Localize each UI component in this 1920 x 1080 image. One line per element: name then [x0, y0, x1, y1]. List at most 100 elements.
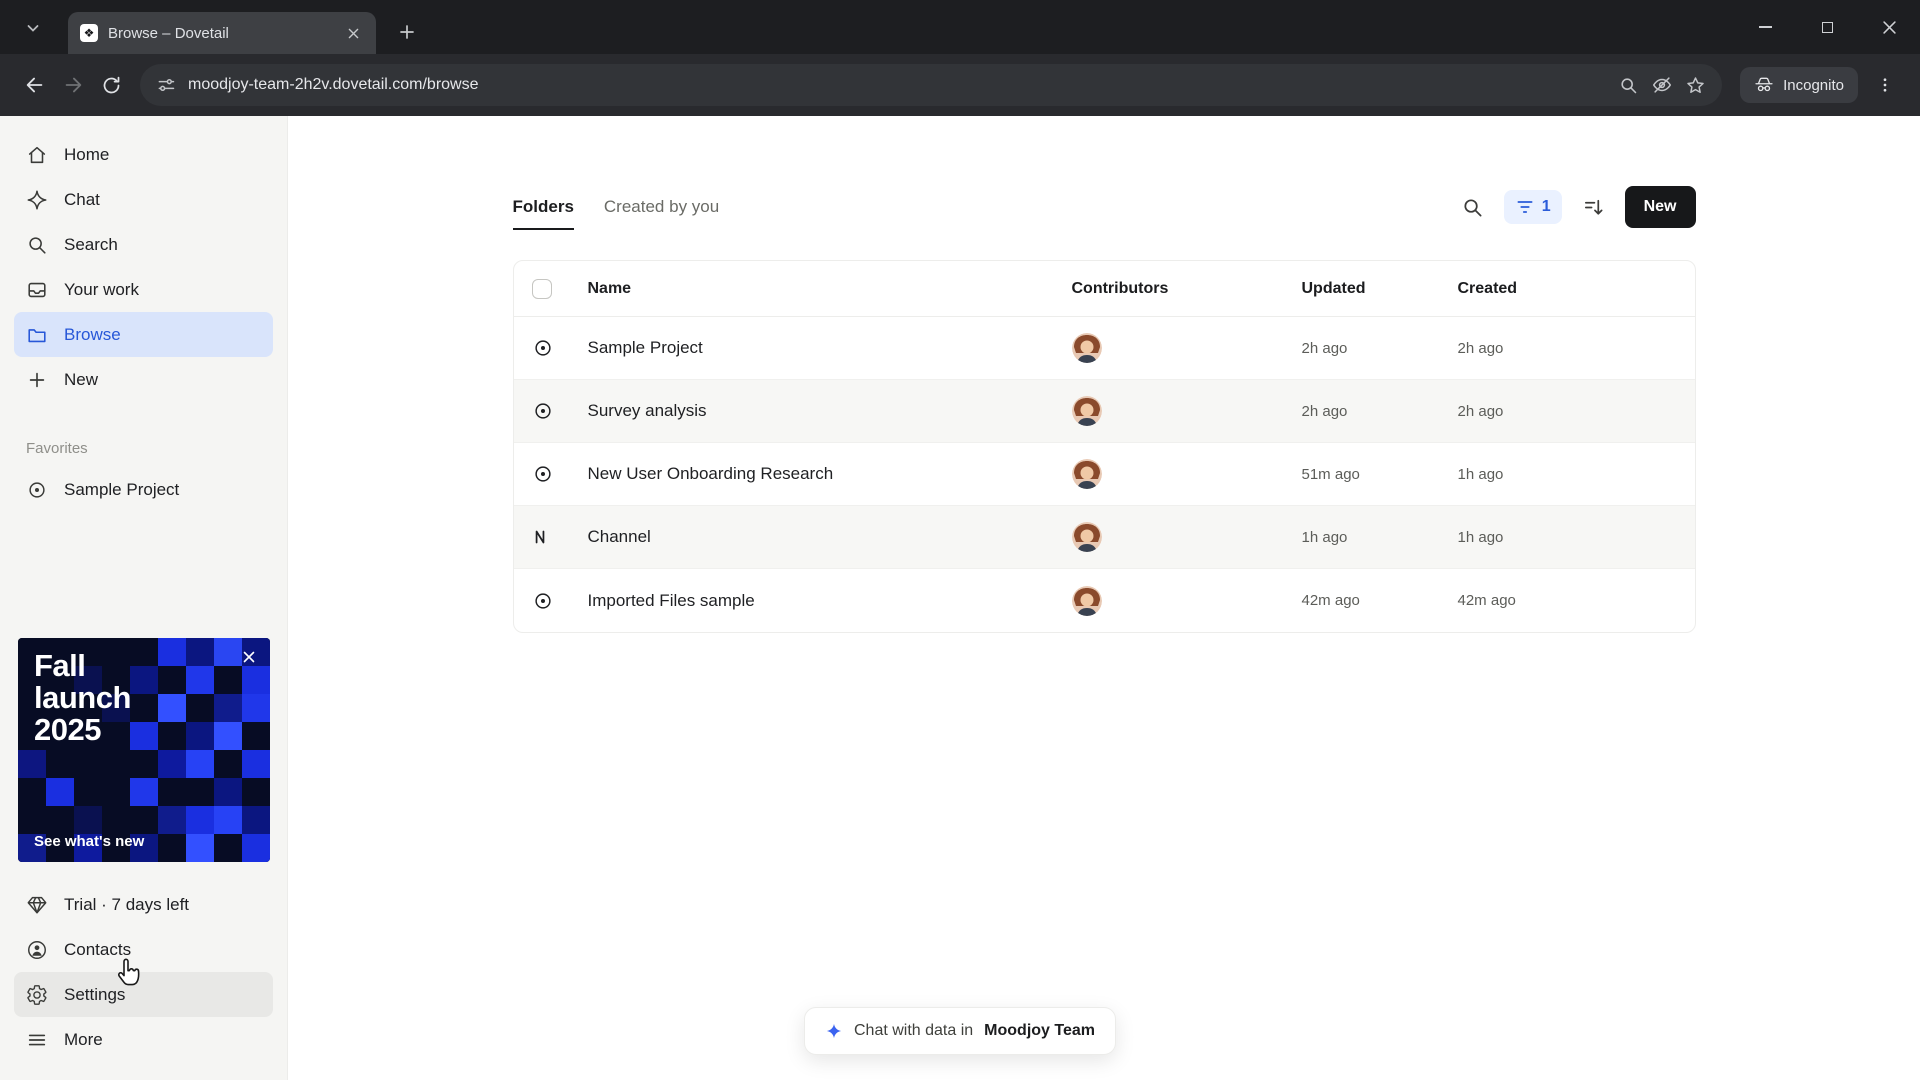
sidebar-item-your-work[interactable]: Your work — [14, 267, 273, 312]
folder-name[interactable]: Survey analysis — [584, 401, 1058, 421]
filter-count-badge: 1 — [1541, 198, 1551, 215]
sidebar-item-contacts[interactable]: Contacts — [14, 927, 273, 972]
sidebar-item-label: More — [64, 1029, 103, 1049]
eye-off-icon[interactable] — [1651, 74, 1673, 96]
contributor-cell — [1058, 522, 1298, 552]
chat-with-data-pill[interactable]: Chat with data in Moodjoy Team — [803, 1007, 1117, 1055]
maximize-button[interactable] — [1796, 0, 1858, 54]
folder-name[interactable]: New User Onboarding Research — [584, 464, 1058, 484]
column-header-created[interactable]: Created — [1444, 280, 1695, 298]
close-button[interactable] — [1858, 0, 1920, 54]
plus-icon — [29, 372, 45, 387]
table-row[interactable]: Sample Project 2h ago 2h ago — [513, 317, 1695, 380]
bookmark-star-icon[interactable] — [1685, 75, 1706, 96]
promo-title: Fall launch 2025 — [34, 648, 131, 747]
zoom-icon[interactable] — [1618, 75, 1639, 96]
browser-menu-icon[interactable] — [1866, 66, 1904, 104]
main-content: Folders Created by you 1 New Name Contri… — [288, 116, 1920, 1080]
sidebar-item-label: Settings — [64, 984, 126, 1004]
tab-close-icon[interactable] — [342, 22, 364, 44]
browser-toolbar: moodjoy-team-2h2v.dovetail.com/browse In… — [0, 54, 1920, 116]
table-row[interactable]: Imported Files sample 42m ago 42m ago — [514, 569, 1695, 632]
promo-see-whats-new-link[interactable]: See what's new — [34, 833, 144, 850]
target-icon — [29, 481, 45, 498]
sidebar-item-label: Search — [64, 234, 118, 254]
gem-icon — [27, 896, 47, 914]
sort-button[interactable] — [1582, 196, 1605, 219]
created-cell: 42m ago — [1457, 592, 1516, 609]
sidebar-item-more[interactable]: More — [14, 1017, 273, 1062]
person-icon — [28, 940, 46, 959]
reload-button[interactable] — [92, 66, 130, 104]
column-header-contributors[interactable]: Contributors — [1058, 280, 1298, 298]
favorites-heading: Favorites — [26, 440, 88, 457]
avatar[interactable] — [1071, 522, 1102, 552]
home-icon — [28, 146, 46, 163]
sidebar-favorite-sample-project[interactable]: Sample Project — [14, 467, 273, 512]
updated-cell: 42m ago — [1301, 592, 1360, 609]
folder-name[interactable]: Imported Files sample — [584, 591, 1058, 611]
avatar[interactable] — [1071, 585, 1102, 616]
sidebar-item-trial[interactable]: Trial · 7 days left — [14, 882, 273, 927]
tab-folders[interactable]: Folders — [512, 197, 575, 230]
sidebar-item-label: Home — [64, 144, 110, 164]
folder-name[interactable]: Sample Project — [584, 338, 1058, 358]
created-cell: 2h ago — [1457, 402, 1504, 420]
incognito-label: Incognito — [1783, 76, 1844, 94]
updated-cell: 2h ago — [1301, 402, 1348, 420]
table-row[interactable]: Channel 1h ago 1h ago — [513, 506, 1695, 569]
avatar[interactable] — [1071, 333, 1102, 363]
search-icon — [29, 236, 46, 254]
column-header-updated[interactable]: Updated — [1298, 280, 1444, 298]
new-tab-button[interactable] — [392, 17, 422, 47]
target-icon — [532, 400, 584, 422]
folder-name[interactable]: Channel — [584, 527, 1058, 547]
updated-cell: 2h ago — [1301, 339, 1348, 357]
window-controls — [1734, 0, 1920, 54]
back-button[interactable] — [16, 66, 54, 104]
incognito-icon — [1755, 77, 1773, 92]
contributor-cell — [1058, 333, 1298, 363]
avatar[interactable] — [1071, 396, 1102, 426]
updated-cell: 1h ago — [1301, 528, 1348, 546]
new-folder-button[interactable]: New — [1624, 186, 1696, 228]
promo-close-icon[interactable] — [238, 646, 260, 668]
created-cell: 1h ago — [1457, 465, 1504, 483]
tab-created-by-you[interactable]: Created by you — [604, 197, 719, 217]
filter-button[interactable]: 1 — [1503, 190, 1562, 224]
sidebar: Home Chat Search Your work Browse New Fa… — [0, 116, 288, 1080]
column-header-name[interactable]: Name — [584, 280, 1058, 298]
gear-icon — [27, 984, 47, 1005]
contributor-cell — [1058, 459, 1298, 489]
target-icon — [532, 463, 584, 485]
search-icon[interactable] — [1461, 196, 1484, 219]
sidebar-item-browse[interactable]: Browse — [14, 312, 273, 357]
table-row[interactable]: New User Onboarding Research 51m ago 1h … — [513, 443, 1695, 506]
address-bar[interactable]: moodjoy-team-2h2v.dovetail.com/browse — [140, 64, 1723, 106]
select-all-checkbox[interactable] — [531, 278, 552, 299]
dovetail-favicon: ❖ — [80, 24, 98, 42]
sparkle-icon — [826, 1023, 842, 1039]
sidebar-item-home[interactable]: Home — [14, 132, 273, 177]
sidebar-item-search[interactable]: Search — [14, 222, 273, 267]
table-row[interactable]: Survey analysis 2h ago 2h ago — [513, 380, 1695, 443]
chat-pill-text: Chat with data in — [853, 1022, 974, 1039]
forward-button[interactable] — [54, 66, 92, 104]
incognito-badge: Incognito — [1740, 67, 1858, 103]
tab-title: Browse – Dovetail — [108, 24, 229, 42]
avatar[interactable] — [1071, 459, 1102, 489]
site-settings-icon[interactable] — [156, 75, 176, 95]
sidebar-item-chat[interactable]: Chat — [14, 177, 273, 222]
created-cell: 2h ago — [1457, 339, 1504, 357]
sidebar-item-label: Chat — [64, 189, 100, 209]
minimize-button[interactable] — [1734, 0, 1796, 54]
sidebar-item-label: Contacts — [64, 939, 132, 959]
created-cell: 1h ago — [1457, 528, 1504, 546]
browser-tab[interactable]: ❖ Browse – Dovetail — [68, 12, 376, 54]
sidebar-item-new[interactable]: New — [14, 357, 273, 402]
sidebar-item-settings[interactable]: Settings — [14, 972, 273, 1017]
folder-icon — [28, 328, 46, 342]
tab-search-chevron-icon[interactable] — [18, 14, 48, 42]
browser-titlebar: ❖ Browse – Dovetail — [0, 0, 1920, 54]
promo-card[interactable]: Fall launch 2025 See what's new — [18, 638, 270, 862]
